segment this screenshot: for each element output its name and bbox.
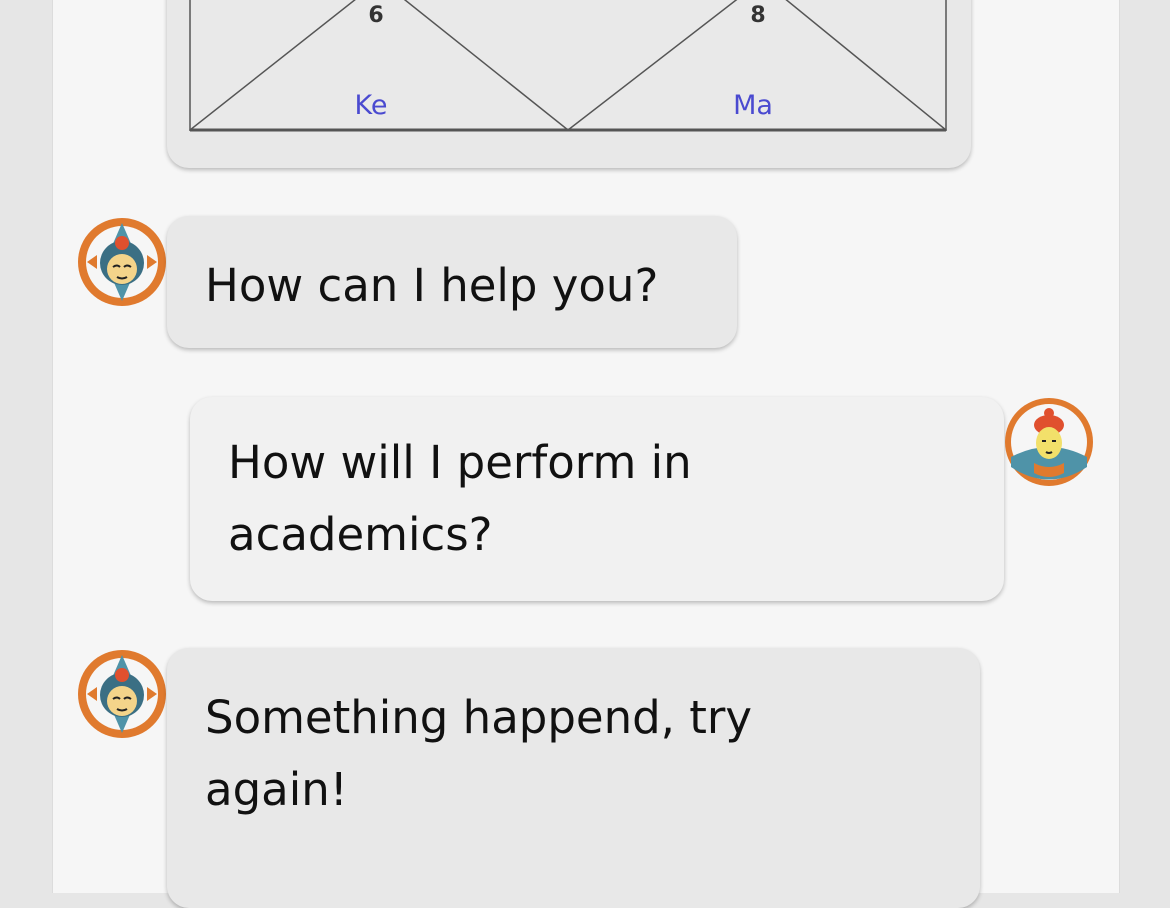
bot-message-text: How can I help you? [205, 259, 659, 312]
house-number-8: 8 [750, 3, 765, 28]
monk-avatar-icon [78, 218, 166, 306]
birth-chart: 6 8 Ke Ma [189, 0, 947, 132]
planet-ma-label: Ma [733, 90, 773, 121]
user-message-bubble: How will I perform in academics? [190, 397, 1004, 601]
bot-message-bubble: How can I help you? [167, 216, 737, 348]
bot-error-message-text: Something happend, try again! [205, 691, 753, 816]
bot-error-message-bubble: Something happend, try again! [167, 648, 980, 908]
user-avatar [1004, 397, 1094, 487]
user-message-text: How will I perform in academics? [228, 436, 692, 561]
buddha-avatar-icon [1005, 398, 1093, 486]
chart-frame [189, 0, 947, 131]
birth-chart-card: 6 8 Ke Ma [167, 0, 971, 168]
house-number-6: 6 [368, 3, 383, 28]
bot-avatar [77, 217, 167, 307]
monk-avatar-icon [78, 650, 166, 738]
planet-ke-label: Ke [355, 90, 388, 121]
bot-avatar [77, 649, 167, 739]
